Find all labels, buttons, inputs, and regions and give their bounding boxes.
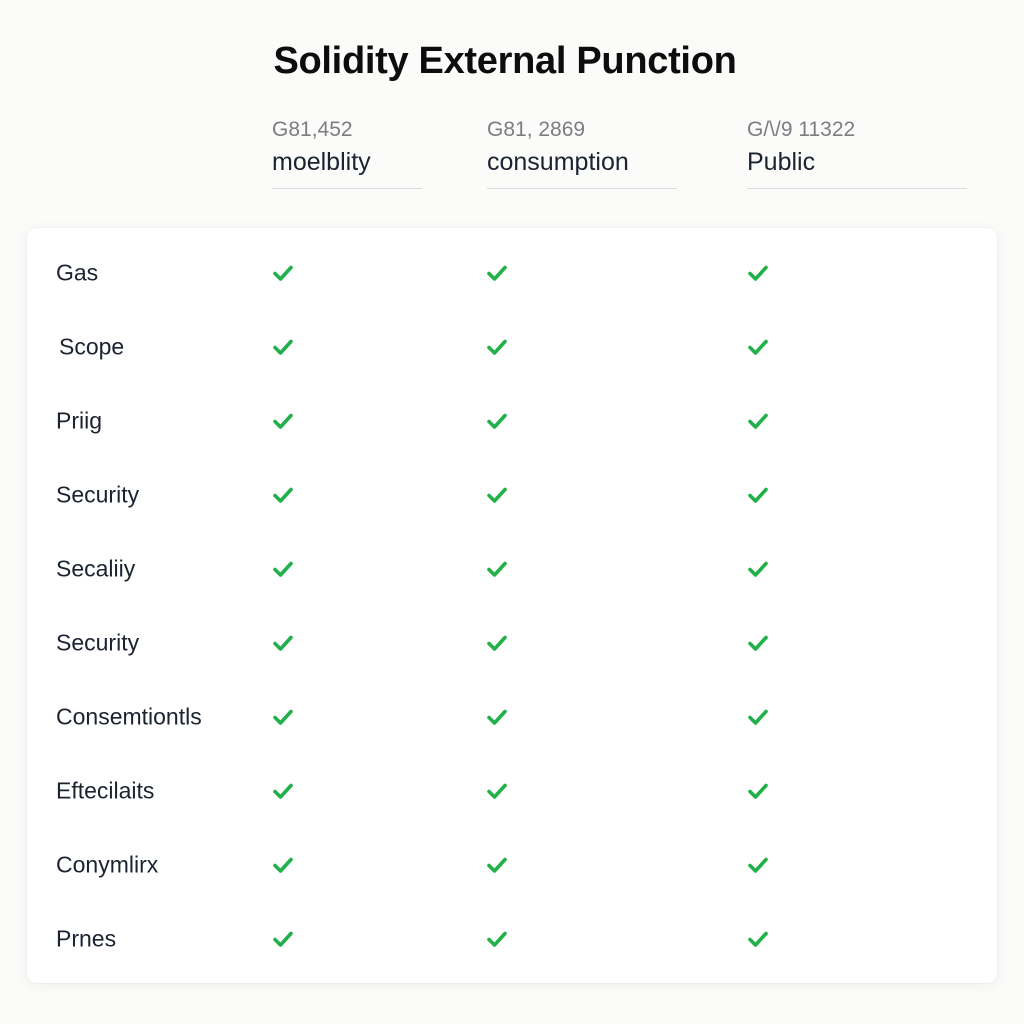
column-label: consumption <box>487 148 629 176</box>
column-label: Public <box>747 148 816 176</box>
checkmark-icon <box>746 409 770 433</box>
table-row: Consemtiontls <box>27 684 997 758</box>
checkmark-icon <box>746 853 770 877</box>
checkmark-icon <box>485 631 509 655</box>
column-code: G81,452 <box>272 118 353 141</box>
checkmark-icon <box>271 409 295 433</box>
row-label: Security <box>56 629 140 656</box>
comparison-table-card: Gas Scope Priig Security Secaliiy Security Con… <box>27 228 997 983</box>
table-row: Eftecilaits <box>27 758 997 832</box>
row-label: Security <box>56 481 140 508</box>
checkmark-icon <box>746 483 770 507</box>
checkmark-icon <box>485 261 509 285</box>
checkmark-icon <box>746 705 770 729</box>
row-label: Gas <box>56 259 99 286</box>
table-row: Security <box>27 462 997 536</box>
row-label: Secaliiy <box>56 555 136 582</box>
column-header-2: G81, 2869 consumption <box>487 116 677 189</box>
row-label: Scope <box>59 333 125 360</box>
checkmark-icon <box>271 927 295 951</box>
column-code: G/\/9 11322 <box>747 118 856 141</box>
checkmark-icon <box>746 261 770 285</box>
checkmark-icon <box>271 779 295 803</box>
checkmark-icon <box>746 631 770 655</box>
checkmark-icon <box>746 927 770 951</box>
row-label: Conymlirx <box>56 851 159 878</box>
checkmark-icon <box>485 779 509 803</box>
row-label: Priig <box>56 407 103 434</box>
checkmark-icon <box>746 779 770 803</box>
checkmark-icon <box>485 335 509 359</box>
table-row: Priig <box>27 388 997 462</box>
table-row: Gas <box>27 240 997 314</box>
checkmark-icon <box>271 705 295 729</box>
table-row: Prnes <box>27 906 997 980</box>
checkmark-icon <box>485 927 509 951</box>
checkmark-icon <box>271 335 295 359</box>
checkmark-icon <box>271 631 295 655</box>
checkmark-icon <box>271 261 295 285</box>
column-label: moelblity <box>272 148 371 176</box>
checkmark-icon <box>271 557 295 581</box>
checkmark-icon <box>485 705 509 729</box>
page-title: Solidity External Punction <box>273 40 737 82</box>
comparison-page: Solidity External Punction G81,452 moelb… <box>0 0 1024 1024</box>
table-row: Conymlirx <box>27 832 997 906</box>
row-label: Consemtiontls <box>56 703 202 730</box>
checkmark-icon <box>485 483 509 507</box>
column-header-3: G/\/9 11322 Public <box>747 116 967 189</box>
checkmark-icon <box>485 557 509 581</box>
table-row: Security <box>27 610 997 684</box>
checkmark-icon <box>271 483 295 507</box>
row-label: Eftecilaits <box>56 777 155 804</box>
column-header-1: G81,452 moelblity <box>272 116 422 189</box>
column-code: G81, 2869 <box>487 118 586 141</box>
checkmark-icon <box>271 853 295 877</box>
table-row: Scope <box>27 314 997 388</box>
table-row: Secaliiy <box>27 536 997 610</box>
row-label: Prnes <box>56 925 117 952</box>
checkmark-icon <box>485 409 509 433</box>
checkmark-icon <box>485 853 509 877</box>
checkmark-icon <box>746 557 770 581</box>
checkmark-icon <box>746 335 770 359</box>
